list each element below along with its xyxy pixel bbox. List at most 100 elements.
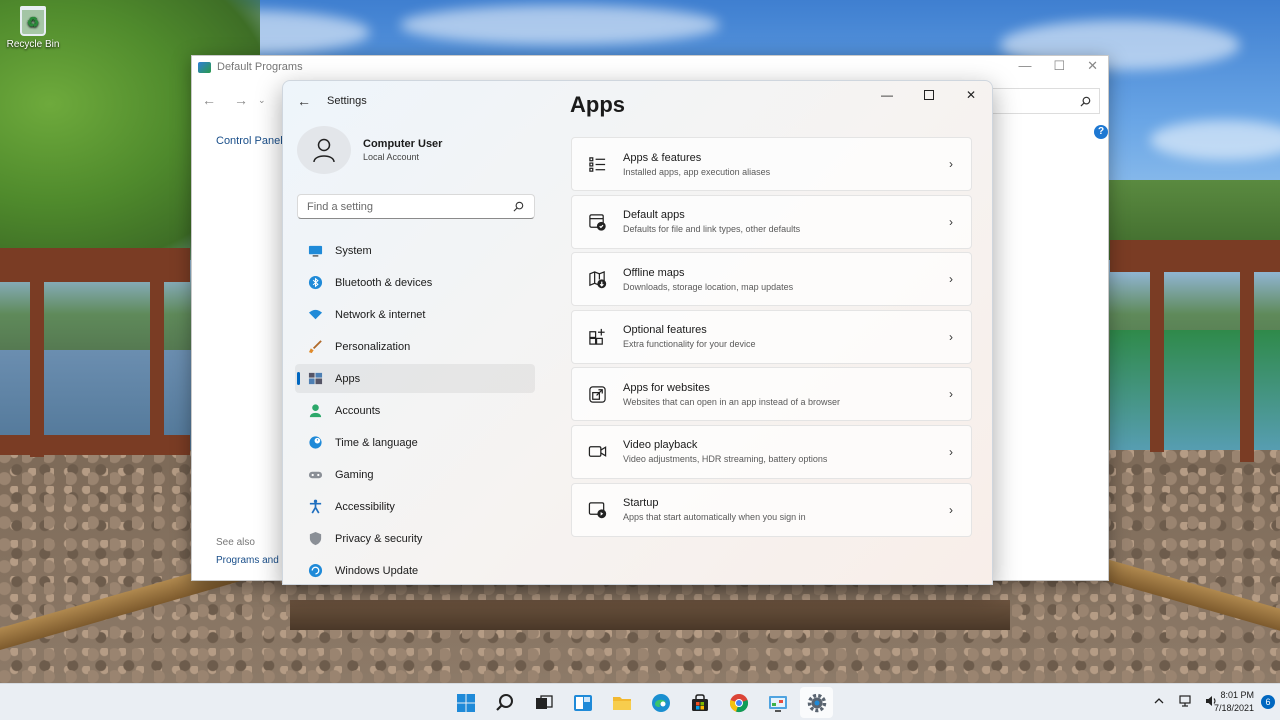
- sidebar-item-accounts[interactable]: Accounts: [295, 396, 535, 425]
- default-programs-titlebar: Default Programs: [198, 61, 303, 73]
- clock-time: 8:01 PM: [1220, 690, 1254, 700]
- recent-locations-chevron-icon[interactable]: ⌄: [258, 95, 266, 108]
- file-explorer-button[interactable]: [605, 687, 638, 718]
- back-arrow-icon[interactable]: ←: [202, 92, 216, 108]
- sidebar-item-privacy[interactable]: Privacy & security: [295, 524, 535, 553]
- card-description: Apps that start automatically when you s…: [623, 512, 806, 523]
- sidebar-item-gaming[interactable]: Gaming: [295, 460, 535, 489]
- user-account-type: Local Account: [363, 152, 420, 162]
- sidebar-item-apps[interactable]: Apps: [295, 364, 535, 393]
- user-name: Computer User: [363, 138, 443, 150]
- control-panel-icon: [198, 61, 211, 73]
- gear-icon: [807, 693, 826, 712]
- chrome-browser-icon: [729, 693, 748, 712]
- optional-features-card[interactable]: Optional features Extra functionality fo…: [571, 309, 972, 364]
- accessibility-icon: [307, 499, 323, 515]
- sidebar-item-time-language[interactable]: Time & language: [295, 428, 535, 457]
- globe-clock-icon: [307, 435, 323, 451]
- card-title: Offline maps: [623, 266, 685, 279]
- card-description: Defaults for file and link types, other …: [623, 224, 801, 235]
- maximize-icon: [924, 90, 934, 100]
- startup-card[interactable]: Startup Apps that start automatically wh…: [571, 482, 972, 537]
- settings-window-controls: — ✕: [866, 81, 992, 109]
- maximize-icon[interactable]: ☐: [1053, 58, 1065, 74]
- system-tray: [1152, 694, 1218, 708]
- chevron-up-icon[interactable]: [1152, 694, 1166, 708]
- video-playback-card[interactable]: Video playback Video adjustments, HDR st…: [571, 424, 972, 479]
- user-profile[interactable]: Computer User Local Account: [297, 126, 442, 174]
- card-title: Apps & features: [623, 151, 702, 164]
- widgets-icon: [573, 694, 592, 711]
- notification-badge[interactable]: 6: [1261, 695, 1275, 709]
- startup-icon: [587, 500, 607, 520]
- card-description: Installed apps, app execution aliases: [623, 166, 771, 177]
- edge-button[interactable]: [644, 687, 677, 718]
- sidebar-item-label: System: [335, 244, 372, 257]
- back-arrow-icon[interactable]: ←: [297, 93, 311, 109]
- control-panel-button[interactable]: [761, 687, 794, 718]
- sidebar-item-bluetooth[interactable]: Bluetooth & devices: [295, 268, 535, 297]
- card-title: Default apps: [623, 209, 685, 222]
- apps-for-websites-card[interactable]: Apps for websites Websites that can open…: [571, 367, 972, 422]
- search-button[interactable]: [488, 687, 521, 718]
- settings-button[interactable]: [800, 687, 833, 718]
- chevron-right-icon: ›: [949, 387, 953, 402]
- task-view-button[interactable]: [527, 687, 560, 718]
- chevron-right-icon: ›: [949, 272, 953, 287]
- taskbar-pinned-apps: [449, 687, 833, 718]
- forward-arrow-icon[interactable]: →: [234, 92, 248, 108]
- chevron-right-icon: ›: [949, 157, 953, 171]
- recycle-bin-icon: ♻: [20, 6, 46, 36]
- default-apps-card[interactable]: Default apps Defaults for file and link …: [571, 194, 972, 249]
- chrome-button[interactable]: [722, 687, 755, 718]
- close-button[interactable]: ✕: [950, 81, 992, 109]
- sidebar-item-windows-update[interactable]: Windows Update: [295, 556, 535, 584]
- card-description: Extra functionality for your device: [623, 339, 756, 350]
- open-external-icon: [587, 384, 607, 404]
- offline-maps-card[interactable]: Offline maps Downloads, storage location…: [571, 252, 972, 307]
- card-description: Video adjustments, HDR streaming, batter…: [623, 454, 828, 465]
- chevron-right-icon: ›: [949, 329, 953, 344]
- minimize-button[interactable]: —: [866, 81, 908, 109]
- chevron-right-icon: ›: [949, 214, 953, 229]
- sidebar-item-label: Apps: [335, 372, 361, 385]
- sidebar-item-label: Accounts: [335, 404, 381, 417]
- card-description: Websites that can open in an app instead…: [623, 396, 840, 407]
- widgets-button[interactable]: [566, 687, 599, 718]
- card-title: Optional features: [623, 324, 707, 337]
- gamepad-icon: [307, 467, 323, 483]
- close-icon[interactable]: ✕: [1087, 58, 1098, 74]
- start-button[interactable]: [449, 687, 482, 718]
- sidebar-item-label: Privacy & security: [335, 532, 423, 545]
- bluetooth-icon: [307, 275, 323, 291]
- control-panel-link[interactable]: Control Panel: [216, 135, 283, 147]
- apps-features-card[interactable]: Apps & features Installed apps, app exec…: [571, 137, 972, 191]
- maximize-button[interactable]: [908, 81, 950, 109]
- minimize-icon[interactable]: —: [1018, 58, 1031, 74]
- settings-title: Settings: [327, 95, 367, 107]
- settings-sidebar: System Bluetooth & devices Network & int…: [295, 236, 535, 584]
- programs-and-features-link[interactable]: Programs and: [216, 555, 279, 566]
- sidebar-item-label: Windows Update: [335, 564, 419, 577]
- search-input[interactable]: Find a setting: [307, 201, 373, 213]
- taskbar-clock[interactable]: 8:01 PM 7/18/2021: [1214, 689, 1254, 715]
- store-bag-icon: [691, 693, 708, 711]
- control-panel-search[interactable]: [987, 88, 1100, 114]
- sidebar-item-network[interactable]: Network & internet: [295, 300, 535, 329]
- settings-window[interactable]: ← Settings — ✕ Computer User Local Accou…: [282, 80, 993, 585]
- recycle-bin-shortcut[interactable]: ♻ Recycle Bin: [4, 4, 62, 50]
- help-icon[interactable]: ?: [1094, 125, 1108, 139]
- network-icon[interactable]: [1178, 694, 1192, 708]
- default-programs-title: Default Programs: [217, 61, 303, 73]
- sidebar-item-label: Bluetooth & devices: [335, 276, 433, 289]
- apps-icon: [307, 371, 323, 387]
- sidebar-item-system[interactable]: System: [295, 236, 535, 265]
- settings-search-box[interactable]: Find a setting: [297, 194, 535, 219]
- sidebar-item-personalization[interactable]: Personalization: [295, 332, 535, 361]
- person-icon: [313, 138, 335, 163]
- sidebar-item-label: Personalization: [335, 340, 411, 353]
- search-icon: [495, 693, 513, 711]
- taskbar: 8:01 PM 7/18/2021 6: [0, 683, 1280, 720]
- store-button[interactable]: [683, 687, 716, 718]
- sidebar-item-accessibility[interactable]: Accessibility: [295, 492, 535, 521]
